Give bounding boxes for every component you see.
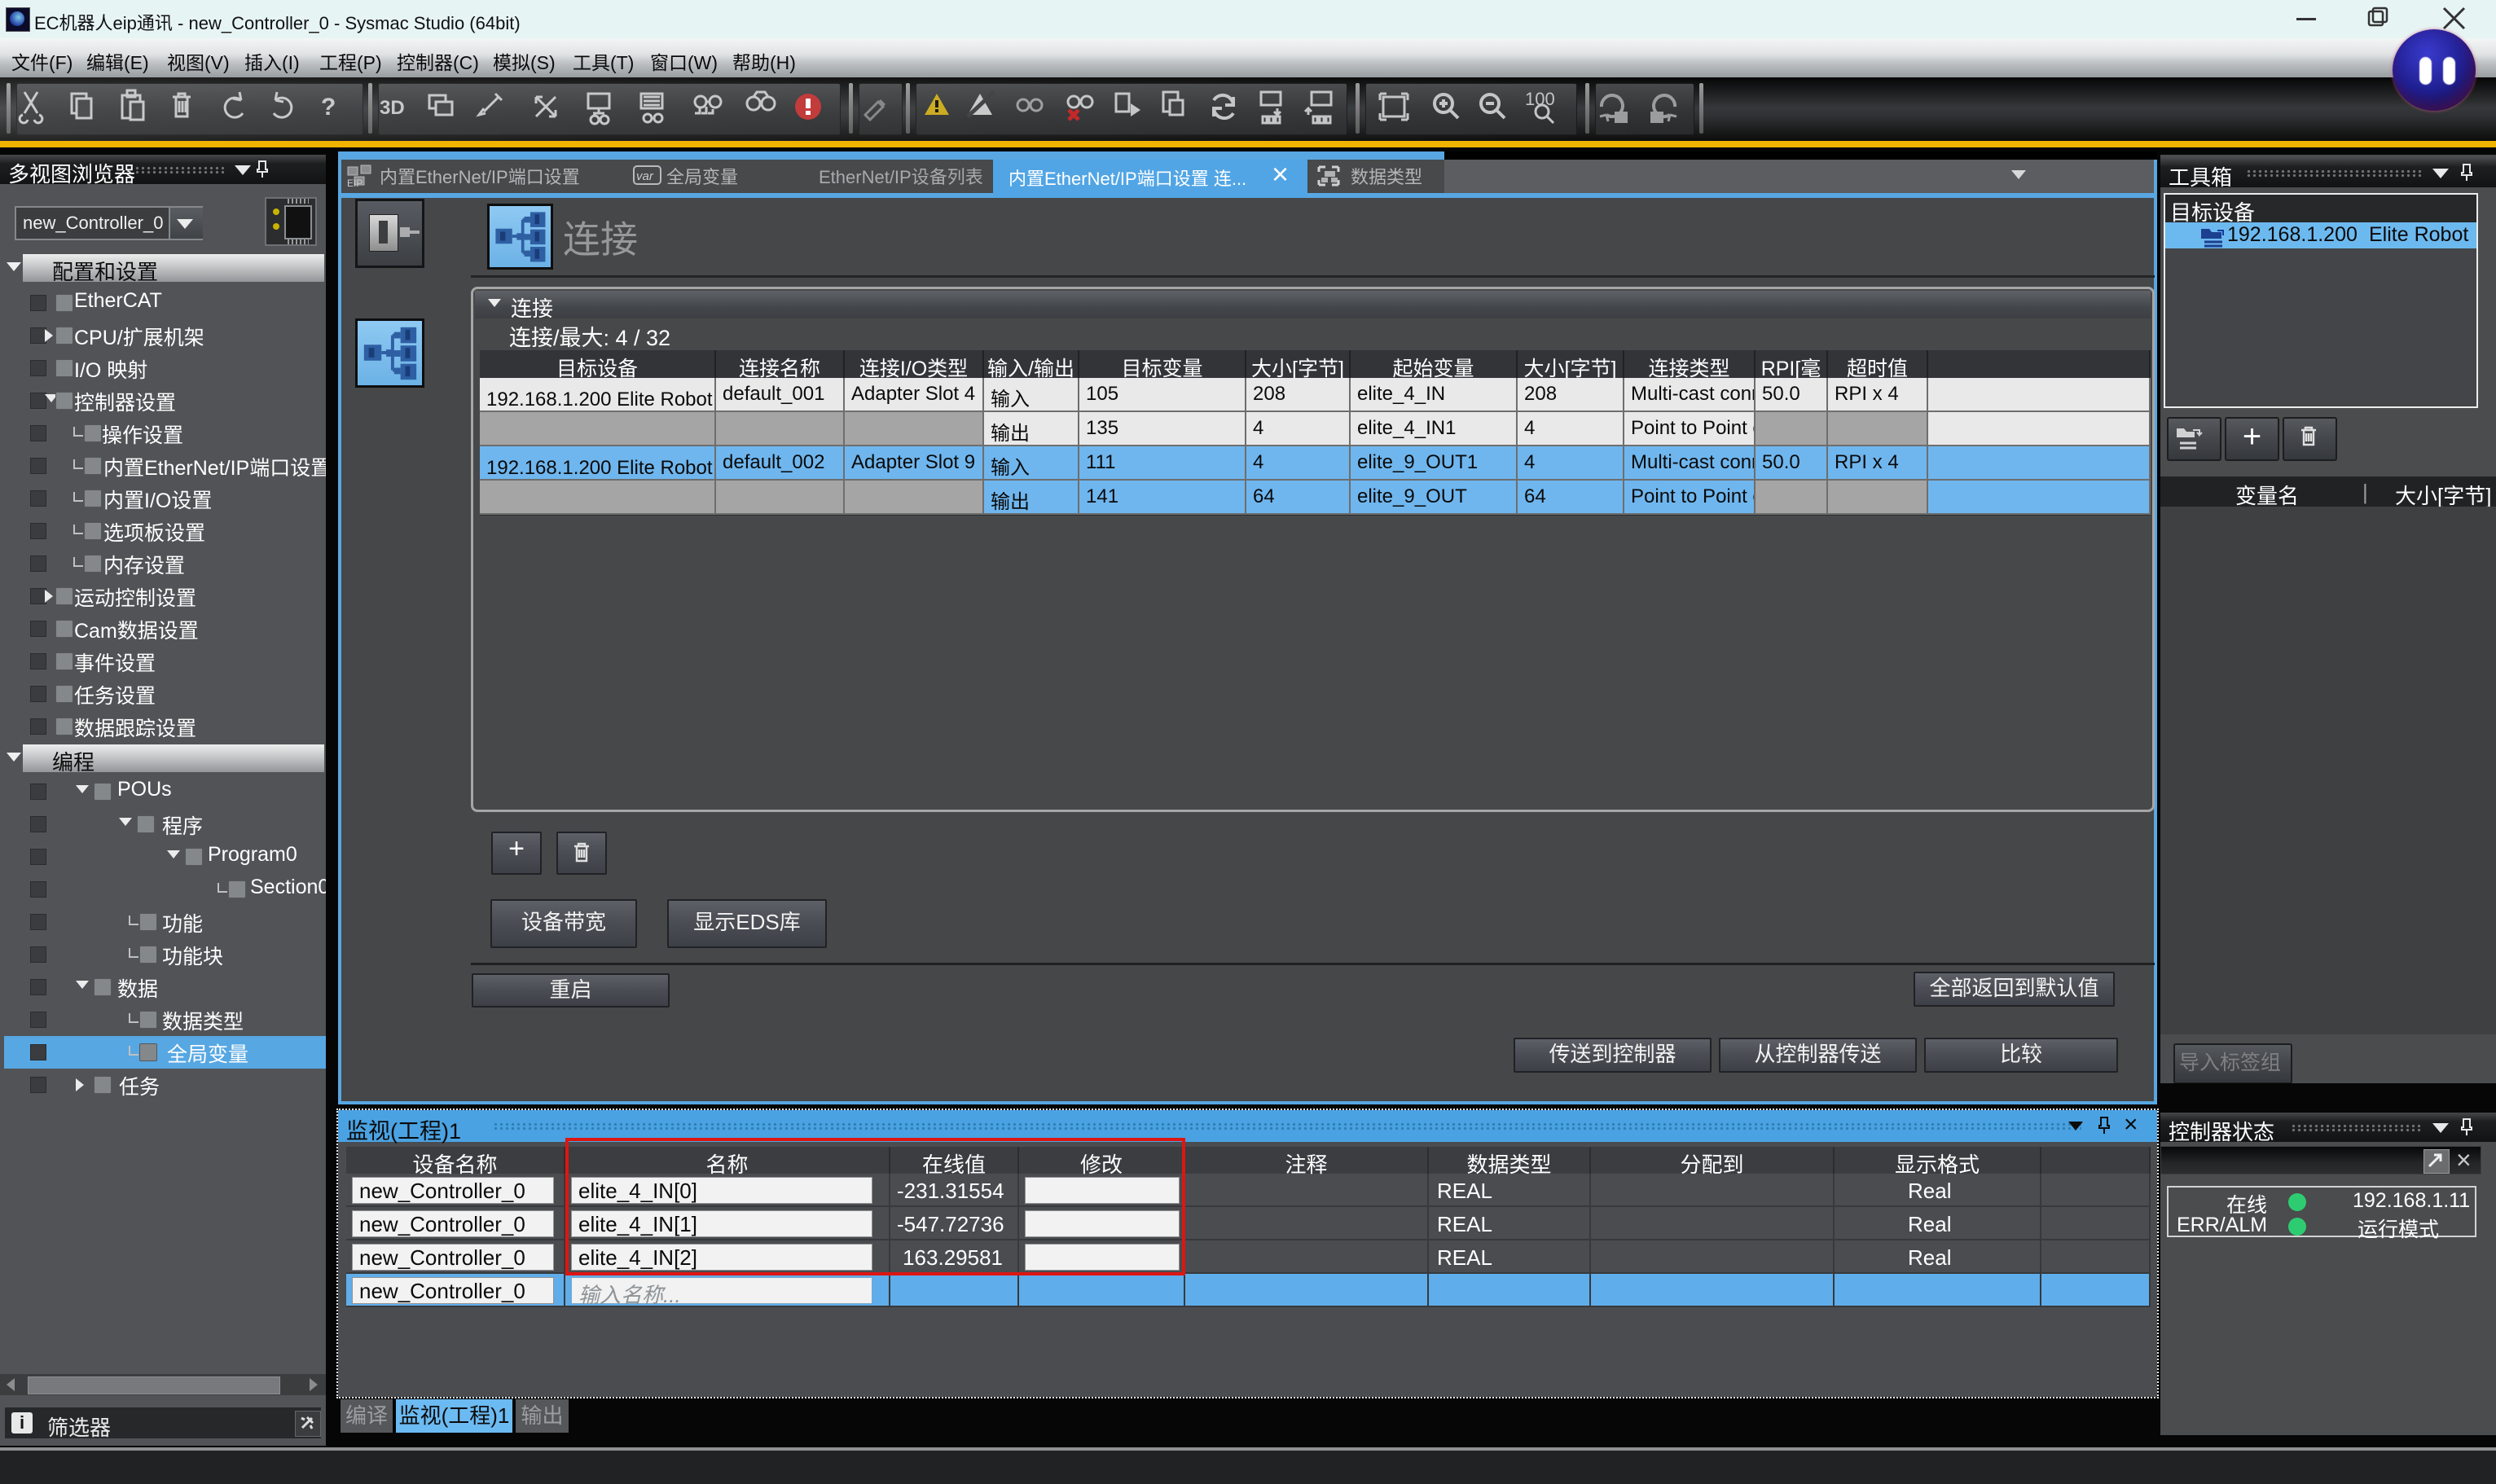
svg-text:?: ? bbox=[321, 94, 336, 121]
svg-text:EIP: EIP bbox=[347, 178, 363, 188]
svg-text:100: 100 bbox=[1525, 89, 1555, 109]
svg-text:var: var bbox=[636, 169, 654, 183]
svg-text:3D: 3D bbox=[380, 97, 405, 119]
